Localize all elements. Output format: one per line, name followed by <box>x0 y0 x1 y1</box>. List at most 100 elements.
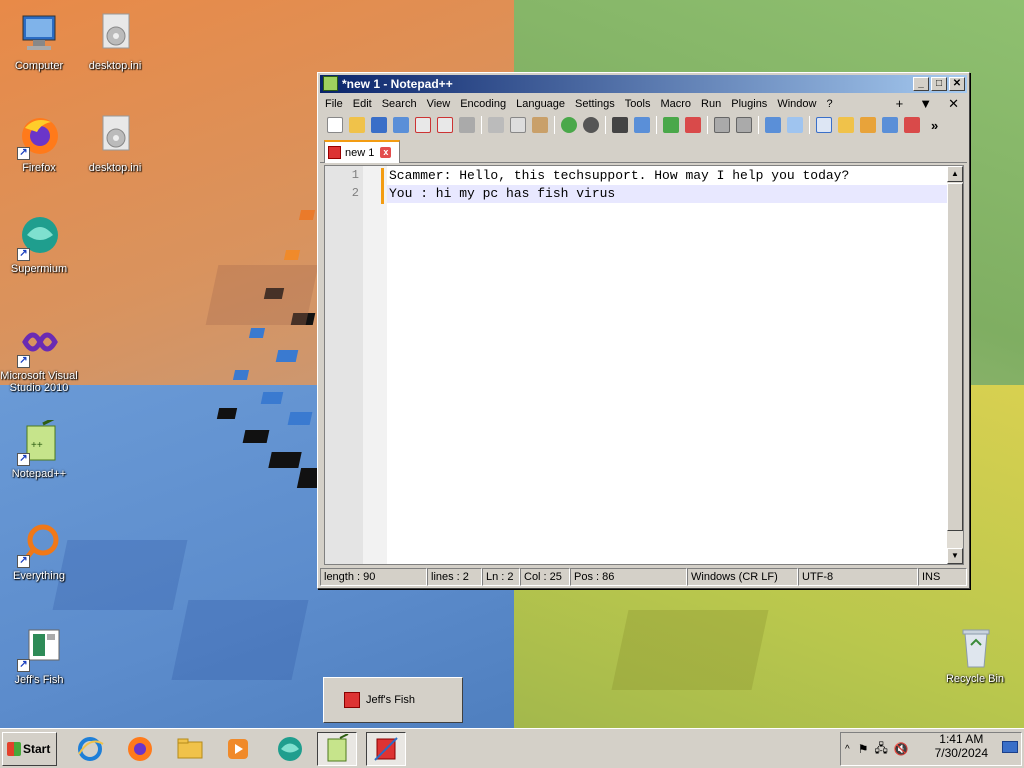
sync-vertical-icon[interactable] <box>714 117 730 133</box>
desktop-icon-everything[interactable]: ↗ Everything <box>0 522 78 582</box>
indent-guide-icon[interactable] <box>816 117 832 133</box>
cut-icon[interactable] <box>488 117 504 133</box>
save-icon[interactable] <box>371 117 387 133</box>
desktop-icon-label: Supermium <box>10 263 68 275</box>
volume-muted-icon[interactable]: 🔇 <box>894 742 909 756</box>
minimize-button[interactable]: _ <box>913 77 929 91</box>
network-icon[interactable]: 🖧 <box>874 739 887 760</box>
find-icon[interactable] <box>612 117 628 133</box>
menu-settings[interactable]: Settings <box>570 95 620 113</box>
show-desktop-icon[interactable] <box>1002 741 1018 753</box>
maximize-button[interactable]: □ <box>931 77 947 91</box>
wallpaper-tile <box>611 610 769 690</box>
menu-edit[interactable]: Edit <box>348 95 377 113</box>
text-line-current[interactable]: You : hi my pc has fish virus <box>387 185 947 203</box>
taskbar-explorer[interactable] <box>170 732 210 766</box>
print-icon[interactable] <box>459 117 475 133</box>
copy-icon[interactable] <box>510 117 526 133</box>
text-line[interactable]: Scammer: Hello, this techsupport. How ma… <box>387 167 947 185</box>
add-tab-button[interactable]: + <box>888 95 912 113</box>
menu-window[interactable]: Window <box>772 95 821 113</box>
menu-file[interactable]: File <box>320 95 348 113</box>
desktop-icon-firefox[interactable]: ↗ Firefox <box>0 114 78 174</box>
menu-encoding[interactable]: Encoding <box>455 95 511 113</box>
menu-help[interactable]: ? <box>821 95 837 113</box>
desktop-icon-recycle-bin[interactable]: Recycle Bin <box>936 625 1014 685</box>
notepadpp-icon <box>323 76 338 91</box>
start-button[interactable]: Start <box>2 732 57 766</box>
close-all-icon[interactable] <box>437 117 453 133</box>
tab-new-1[interactable]: new 1 x <box>324 140 400 163</box>
vertical-scrollbar[interactable]: ▲ ▼ <box>947 166 963 564</box>
desktop-icon-desktop-ini-2[interactable]: desktop.ini <box>76 114 154 174</box>
folder-workspace-icon[interactable] <box>838 117 854 133</box>
taskbar-supermium[interactable] <box>270 732 310 766</box>
clock[interactable]: 1:41 AM 7/30/2024 <box>935 732 988 760</box>
open-file-icon[interactable] <box>349 117 365 133</box>
wallpaper-tile <box>275 350 299 362</box>
window-titlebar[interactable]: *new 1 - Notepad++ _ □ ✕ <box>320 75 967 93</box>
show-hidden-icons-icon[interactable]: ^ <box>845 744 850 755</box>
menu-view[interactable]: View <box>422 95 456 113</box>
show-all-chars-icon[interactable] <box>787 117 803 133</box>
word-wrap-icon[interactable] <box>765 117 781 133</box>
function-list-icon[interactable] <box>860 117 876 133</box>
desktop-icon-jeffs-fish[interactable]: ↗ Jeff's Fish <box>0 626 78 686</box>
zoom-in-icon[interactable] <box>663 117 679 133</box>
taskbar-jeffs-fish[interactable] <box>366 732 406 766</box>
desktop-icon-label: Microsoft Visual Studio 2010 <box>0 370 78 394</box>
wallpaper-tile <box>171 600 309 680</box>
record-macro-icon[interactable] <box>904 117 920 133</box>
notepadpp-window[interactable]: *new 1 - Notepad++ _ □ ✕ File Edit Searc… <box>317 72 970 589</box>
wallpaper-tile <box>260 392 284 404</box>
desktop-icon-visual-studio[interactable]: ↗ Microsoft Visual Studio 2010 <box>0 322 78 394</box>
taskbar-ie[interactable] <box>70 732 110 766</box>
scroll-down-icon[interactable]: ▼ <box>947 548 963 564</box>
undo-icon[interactable] <box>561 117 577 133</box>
desktop-icon-desktop-ini[interactable]: desktop.ini <box>76 12 154 72</box>
svg-text:++: ++ <box>31 440 43 451</box>
scroll-thumb[interactable] <box>947 183 963 531</box>
status-col: Col : 25 <box>520 568 570 586</box>
replace-icon[interactable] <box>634 117 650 133</box>
new-file-icon[interactable] <box>327 117 343 133</box>
close-button[interactable]: ✕ <box>949 77 965 91</box>
media-player-icon <box>228 739 248 759</box>
close-document-button[interactable]: ✕ <box>940 95 967 113</box>
desktop-icon-computer[interactable]: Computer <box>0 12 78 72</box>
status-eol[interactable]: Windows (CR LF) <box>687 568 798 586</box>
supermium-icon: ↗ <box>15 215 63 261</box>
recycle-bin-icon <box>951 625 999 671</box>
action-center-flag-icon[interactable]: ⚑ <box>858 742 869 756</box>
notepadpp-icon: ++ ↗ <box>15 414 63 466</box>
sync-horizontal-icon[interactable] <box>736 117 752 133</box>
toolbar-overflow-icon[interactable]: » <box>931 118 938 133</box>
close-file-icon[interactable] <box>415 117 431 133</box>
menu-language[interactable]: Language <box>511 95 570 113</box>
redo-icon[interactable] <box>583 117 599 133</box>
desktop-icon-supermium[interactable]: ↗ Supermium <box>0 215 78 275</box>
paste-icon[interactable] <box>532 117 548 133</box>
firefox-icon <box>128 737 152 761</box>
menu-tools[interactable]: Tools <box>620 95 656 113</box>
taskbar-media-player[interactable] <box>218 732 258 766</box>
jeffs-fish-taskbar-popup[interactable]: Jeff's Fish <box>323 677 463 723</box>
scroll-up-icon[interactable]: ▲ <box>947 166 963 182</box>
document-map-icon[interactable] <box>882 117 898 133</box>
save-all-icon[interactable] <box>393 117 409 133</box>
status-encoding[interactable]: UTF-8 <box>798 568 918 586</box>
status-mode[interactable]: INS <box>918 568 967 586</box>
zoom-out-icon[interactable] <box>685 117 701 133</box>
menu-plugins[interactable]: Plugins <box>726 95 772 113</box>
editor-area[interactable]: 1 2 Scammer: Hello, this techsupport. Ho… <box>324 165 964 565</box>
taskbar-notepadpp[interactable] <box>317 732 357 766</box>
desktop-icon-notepadpp[interactable]: ++ ↗ Notepad++ <box>0 414 78 480</box>
tab-close-icon[interactable]: x <box>380 147 392 158</box>
system-tray: ^ ⚑ 🖧 🔇 <box>840 732 1022 766</box>
menu-run[interactable]: Run <box>696 95 726 113</box>
menu-search[interactable]: Search <box>377 95 422 113</box>
menu-macro[interactable]: Macro <box>655 95 696 113</box>
taskbar-firefox[interactable] <box>120 732 160 766</box>
clock-date: 7/30/2024 <box>934 746 988 760</box>
tab-list-dropdown[interactable]: ▼ <box>911 95 940 113</box>
